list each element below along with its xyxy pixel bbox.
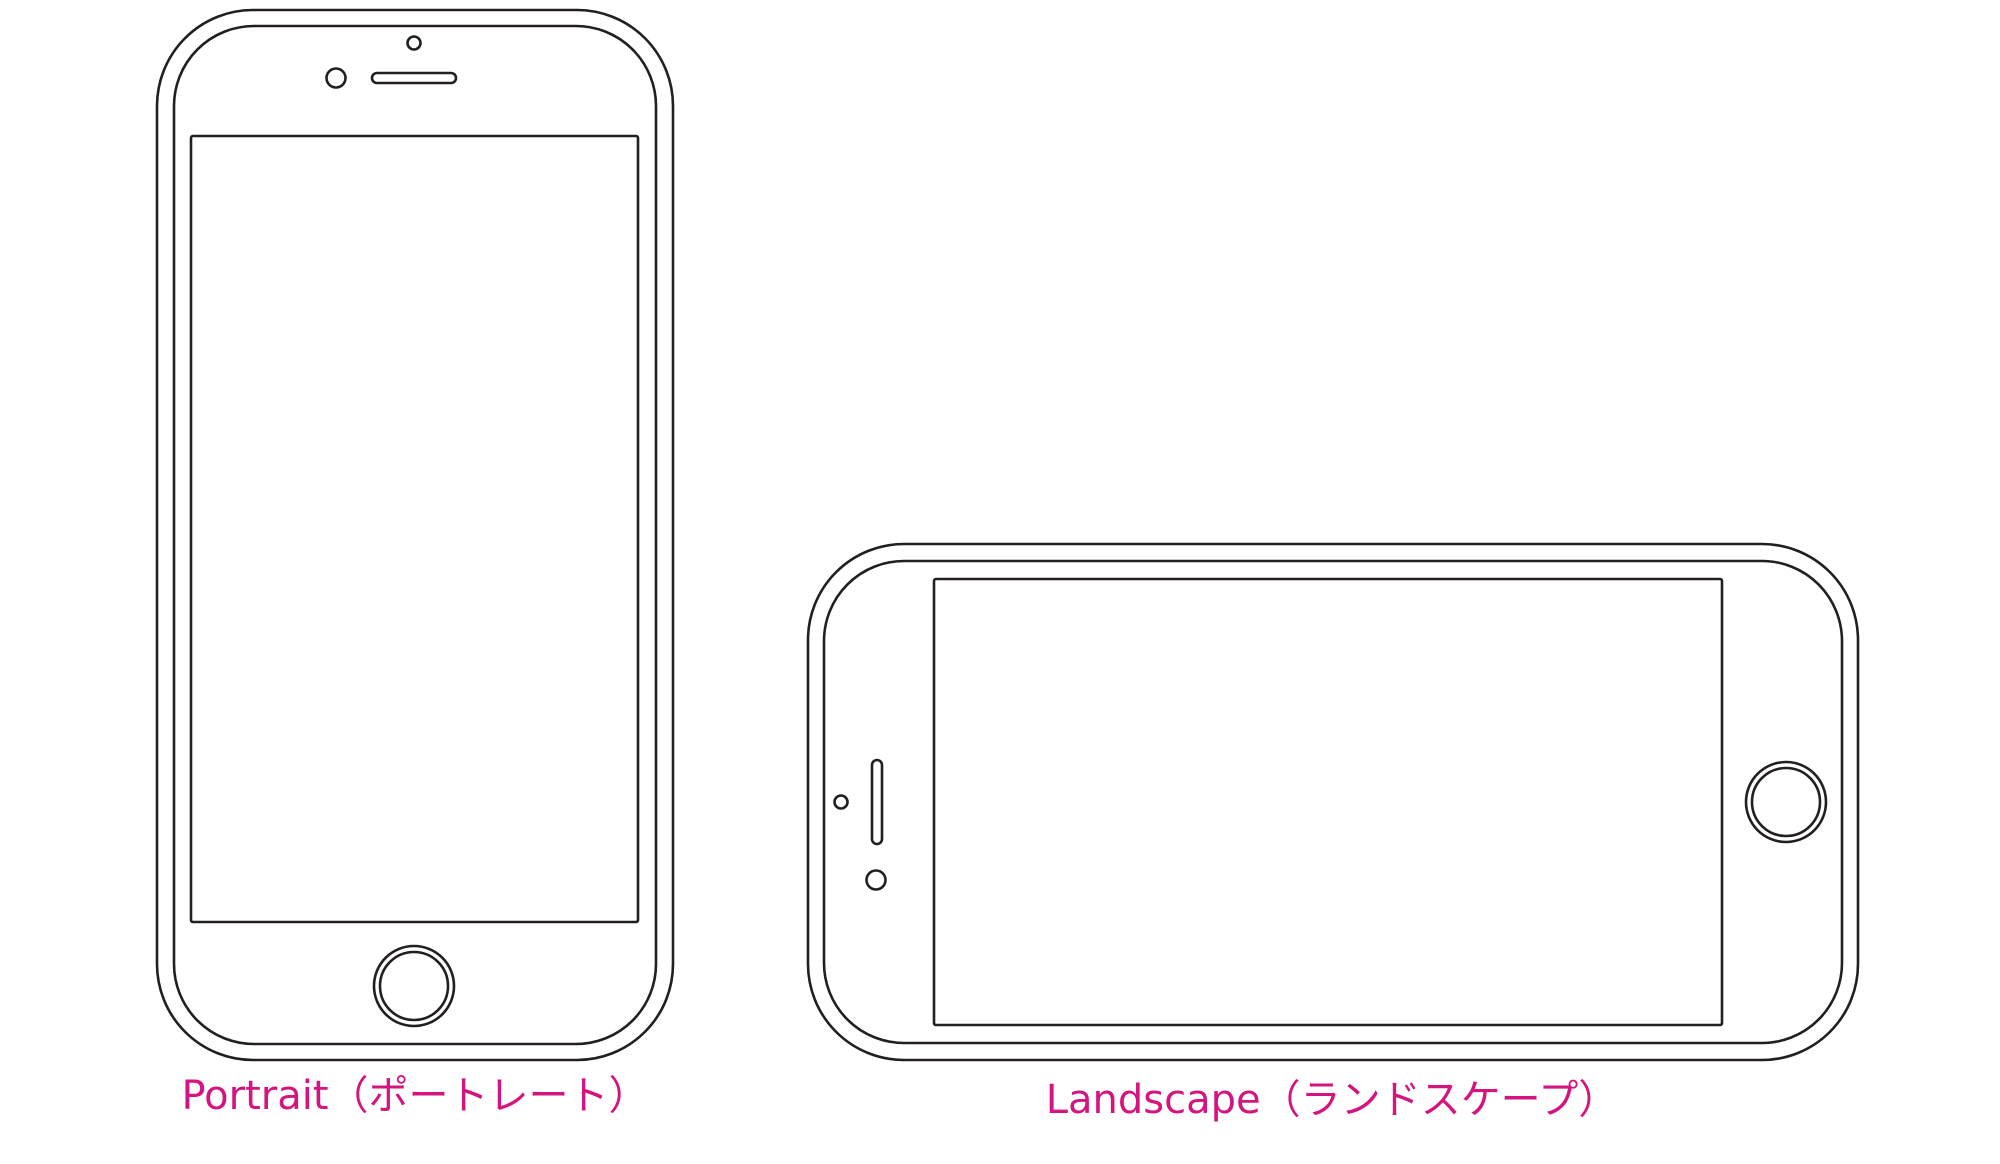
portrait-phone-home-button-inner-icon bbox=[378, 950, 450, 1022]
portrait-phone-speaker-icon bbox=[370, 71, 458, 85]
landscape-phone-home-button-inner-icon bbox=[1750, 766, 1822, 838]
portrait-phone-home-button-icon bbox=[372, 944, 456, 1028]
landscape-phone-screen bbox=[932, 577, 1724, 1027]
portrait-phone-outer-body bbox=[155, 8, 675, 1062]
portrait-phone-camera-icon bbox=[325, 67, 347, 89]
portrait-caption: Portrait（ポートレート） bbox=[181, 1073, 649, 1119]
landscape-caption: Landscape（ランドスケープ） bbox=[1045, 1077, 1619, 1123]
landscape-phone bbox=[806, 542, 1860, 1062]
portrait-phone-inner-bezel bbox=[172, 24, 658, 1046]
landscape-phone-inner-bezel bbox=[822, 559, 1844, 1045]
portrait-phone-screen bbox=[189, 134, 640, 924]
landscape-phone-outer-body bbox=[806, 542, 1860, 1062]
portrait-phone bbox=[155, 8, 675, 1062]
landscape-phone-speaker-icon bbox=[870, 758, 884, 846]
landscape-phone-camera-icon bbox=[865, 869, 887, 891]
landscape-phone-sensor-icon bbox=[833, 794, 849, 810]
portrait-phone-sensor-icon bbox=[406, 35, 422, 51]
orientation-diagram bbox=[155, 8, 1860, 1062]
landscape-phone-home-button-icon bbox=[1744, 760, 1828, 844]
